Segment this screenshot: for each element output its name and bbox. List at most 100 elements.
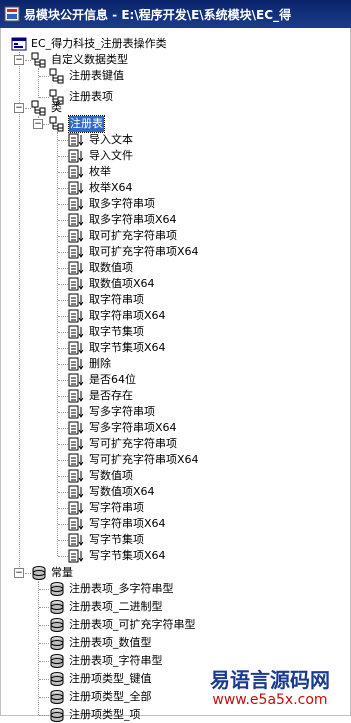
tree-item-method[interactable]: 写多字符串项: [1, 404, 346, 420]
tree-item-method[interactable]: 写字节集项: [1, 532, 346, 548]
tree-item-label: 取可扩充字符串项X64: [89, 245, 199, 258]
module-tree-view[interactable]: EC_得力科技_注册表操作类 − 自定义数据类型 注册表键值 注册表项 − 类 − 注册表 导入文…: [0, 28, 351, 722]
tree-item-constant[interactable]: 注册表项_可扩充字符串型: [1, 617, 346, 633]
constant-icon: [50, 582, 64, 596]
tree-item-method[interactable]: 取字节集项: [1, 324, 346, 340]
tree-item-label: 删除: [89, 357, 111, 370]
tree-item-method[interactable]: 取字符串项X64: [1, 308, 346, 324]
struct-icon: [49, 116, 64, 132]
method-icon: [68, 501, 84, 515]
tree-node-label: 类: [51, 101, 62, 114]
constant-icon: [50, 636, 64, 650]
tree-item-method[interactable]: 写可扩充字符串项: [1, 436, 346, 452]
tree-node-constants[interactable]: 常量: [1, 565, 346, 581]
tree-item-label: 注册表项_数值型: [69, 636, 152, 649]
tree-item-label: 导入文本: [89, 133, 133, 146]
constant-icon: [50, 600, 64, 614]
tree-item-method[interactable]: 枚举X64: [1, 180, 346, 196]
tree-item-method[interactable]: 取多字符串项: [1, 196, 346, 212]
tree-item-label: 注册表项_二进制型: [69, 600, 163, 613]
method-icon: [68, 357, 84, 371]
method-icon: [68, 261, 84, 275]
tree-root-module[interactable]: EC_得力科技_注册表操作类: [1, 36, 346, 52]
method-icon: [68, 341, 84, 355]
constant-icon: [50, 672, 64, 686]
constant-icon: [50, 690, 64, 704]
tree-item-custom-type[interactable]: 注册表键值: [1, 68, 346, 84]
method-icon: [68, 325, 84, 339]
tree-item-label: 注册项类型_全部: [69, 690, 152, 703]
tree-item-method[interactable]: 写可扩充字符串项X64: [1, 452, 346, 468]
tree-item-label: 取多字符串项: [89, 197, 155, 210]
tree-item-method[interactable]: 枚举: [1, 164, 346, 180]
tree-item-label: 取数值项X64: [89, 277, 155, 290]
constant-icon: [50, 708, 64, 722]
tree-item-method[interactable]: 取字符串项: [1, 292, 346, 308]
tree-item-method[interactable]: 写多字符串项X64: [1, 420, 346, 436]
tree-node-label: 自定义数据类型: [51, 53, 128, 66]
method-icon: [68, 469, 84, 483]
tree-item-method[interactable]: 写字符串项: [1, 500, 346, 516]
watermark: 易语言源码网 www.e5a5x.com: [195, 668, 345, 708]
tree-item-label: 写多字符串项X64: [89, 421, 177, 434]
tree-item-constant[interactable]: 注册表项_二进制型: [1, 599, 346, 615]
tree-item-constant[interactable]: 注册表项_数值型: [1, 635, 346, 651]
tree-item-method[interactable]: 删除: [1, 356, 346, 372]
tree-item-label: 取字符串项: [89, 293, 144, 306]
tree-item-label: 取数值项: [89, 261, 133, 274]
tree-item-label: 写字节集项: [89, 533, 144, 546]
tree-item-label: 写数值项X64: [89, 485, 155, 498]
method-icon: [68, 293, 84, 307]
method-icon: [68, 309, 84, 323]
method-icon: [68, 197, 84, 211]
tree-node-custom-types[interactable]: 自定义数据类型: [1, 52, 346, 68]
watermark-url: www.e5a5x.com: [212, 692, 328, 708]
tree-item-label: 注册表项_可扩充字符串型: [69, 618, 196, 631]
method-icon: [68, 213, 84, 227]
tree-item-label: 枚举X64: [89, 181, 133, 194]
tree-item-constant[interactable]: 注册表项_字符串型: [1, 653, 346, 669]
tree-item-method[interactable]: 是否存在: [1, 388, 346, 404]
tree-item-method[interactable]: 取字节集项X64: [1, 340, 346, 356]
tree-item-label: 取多字符串项X64: [89, 213, 177, 226]
tree-item-method[interactable]: 写数值项: [1, 468, 346, 484]
tree-item-label: 写多字符串项: [89, 405, 155, 418]
tree-item-method[interactable]: 写字符串项X64: [1, 516, 346, 532]
tree-item-method[interactable]: 取可扩充字符串项X64: [1, 244, 346, 260]
method-icon: [68, 277, 84, 291]
method-icon: [68, 549, 84, 563]
tree-item-method[interactable]: 是否64位: [1, 372, 346, 388]
tree-item-method[interactable]: 取数值项: [1, 260, 346, 276]
tree-item-constant[interactable]: 注册表项_多字符串型: [1, 581, 346, 597]
tree-node-classes[interactable]: 类: [1, 100, 346, 116]
tree-item-method[interactable]: 写数值项X64: [1, 484, 346, 500]
tree-item-method[interactable]: 写字节集项X64: [1, 548, 346, 564]
tree-item-method[interactable]: 导入文件: [1, 148, 346, 164]
watermark-title: 易语言源码网: [210, 668, 330, 692]
tree-node-class-registry[interactable]: 注册表: [1, 115, 346, 133]
struct-icon: [31, 100, 46, 116]
method-icon: [68, 533, 84, 547]
tree-item-method[interactable]: 取可扩充字符串项: [1, 228, 346, 244]
tree-item-label: 写可扩充字符串项: [89, 437, 177, 450]
tree-item-label: 取字节集项: [89, 325, 144, 338]
tree-item-label: 写数值项: [89, 469, 133, 482]
tree-item-method[interactable]: 取数值项X64: [1, 276, 346, 292]
title-bar[interactable]: 易模块公开信息 - E:\程序开发\E\系统模块\EC_得: [0, 0, 351, 28]
method-icon: [68, 421, 84, 435]
tree-item-label: 导入文件: [89, 149, 133, 162]
tree-item-constant[interactable]: 注册项类型_项: [1, 707, 346, 723]
tree-item-label: 取字符串项X64: [89, 309, 166, 322]
tree-item-method[interactable]: 导入文本: [1, 132, 346, 148]
method-icon: [68, 245, 84, 259]
method-icon: [68, 453, 84, 467]
method-icon: [68, 373, 84, 387]
tree-item-label: 注册表项_字符串型: [69, 654, 163, 667]
method-icon: [68, 517, 84, 531]
tree-item-label: 写字符串项X64: [89, 517, 166, 530]
tree-item-label: 写字节集项X64: [89, 549, 166, 562]
method-icon: [68, 165, 84, 179]
tree-item-method[interactable]: 取多字符串项X64: [1, 212, 346, 228]
method-icon: [68, 389, 84, 403]
tree-item-label: 是否存在: [89, 389, 133, 402]
